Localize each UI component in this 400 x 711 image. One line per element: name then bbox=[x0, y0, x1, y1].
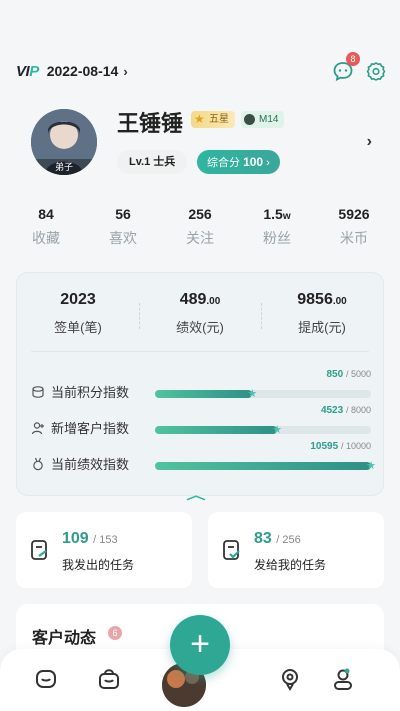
nav-home[interactable] bbox=[34, 667, 58, 691]
customer-activity-title: 客户动态 bbox=[32, 630, 97, 647]
vip-logo-text: VI bbox=[16, 62, 30, 80]
stat-value: 56 bbox=[115, 206, 131, 222]
customer-activity-badge: 6 bbox=[108, 626, 122, 640]
home-icon bbox=[36, 670, 56, 688]
profile-arrow-icon[interactable]: › bbox=[367, 133, 372, 151]
performance-card: 2023 签单(笔) 489.00 绩效(元) 9856.00 提成(元) 当前积分指… bbox=[16, 272, 384, 496]
task-label: 发给我的任务 bbox=[254, 558, 327, 572]
top-actions: 8 bbox=[332, 52, 386, 82]
message-button[interactable]: 8 bbox=[332, 52, 360, 82]
task-card-received[interactable]: 83 / 256 发给我的任务 bbox=[208, 512, 384, 588]
star-icon: ★ bbox=[247, 388, 258, 400]
performance-summary: 2023 签单(笔) 489.00 绩效(元) 9856.00 提成(元) bbox=[17, 291, 383, 336]
nav-bag[interactable] bbox=[97, 667, 121, 691]
stat-value: 5926 bbox=[338, 206, 370, 222]
stat-following[interactable]: 256 关注 bbox=[168, 206, 232, 248]
progress-track: ★ bbox=[155, 388, 371, 400]
app-screen: VIP 2022-08-14 › 8 弟子 王锤锤 ★ 五星 M14 Lv.1 … bbox=[0, 0, 400, 711]
task-count: 83 / 256 bbox=[254, 530, 301, 547]
add-button[interactable]: + bbox=[170, 615, 230, 675]
star-icon: ★ bbox=[194, 112, 205, 126]
chevron-right-icon: › bbox=[266, 157, 270, 169]
coins-icon bbox=[32, 386, 44, 398]
stat-coins[interactable]: 5926 米币 bbox=[322, 206, 386, 248]
nav-profile[interactable] bbox=[331, 667, 355, 691]
divider bbox=[31, 351, 369, 352]
star-rank-badge: ★ 五星 bbox=[191, 111, 235, 128]
stat-label: 喜欢 bbox=[109, 230, 137, 246]
score-label: 综合分 bbox=[207, 157, 240, 169]
settings-button[interactable] bbox=[366, 61, 386, 81]
stat-followers[interactable]: 1.5w 粉丝 bbox=[245, 206, 309, 248]
vip-logo[interactable]: VIP bbox=[16, 63, 39, 80]
bar-label: 当前积分指数 bbox=[51, 385, 130, 400]
stat-label: 收藏 bbox=[32, 230, 60, 246]
task-card-sent[interactable]: 109 / 153 我发出的任务 bbox=[16, 512, 192, 588]
summary-value: 9856.00 bbox=[297, 291, 347, 308]
avatar-tag: 弟子 bbox=[31, 159, 97, 175]
vip-logo-accent: P bbox=[29, 62, 39, 80]
progress-fill: ★ bbox=[155, 460, 376, 472]
message-count-badge: 8 bbox=[346, 52, 360, 66]
progress-fill: ★ bbox=[155, 424, 282, 436]
gear-icon bbox=[366, 62, 386, 81]
level-badge-label: M14 bbox=[259, 114, 279, 125]
star-icon: ★ bbox=[366, 460, 376, 472]
task-label: 我发出的任务 bbox=[62, 558, 135, 572]
star-rank-label: 五星 bbox=[209, 114, 229, 125]
stat-value: 1.5w bbox=[263, 206, 291, 222]
medal-icon bbox=[33, 457, 43, 471]
username: 王锤锤 bbox=[117, 111, 184, 136]
stat-label: 米币 bbox=[340, 230, 368, 246]
stat-label: 粉丝 bbox=[263, 230, 291, 246]
level-badge-icon bbox=[244, 114, 255, 125]
new-customer-index-row: 新增客户指数 4523 / 8000 ★ bbox=[31, 405, 371, 439]
progress-fill: ★ bbox=[155, 388, 257, 400]
task-count: 109 / 153 bbox=[62, 530, 118, 547]
summary-label: 提成(元) bbox=[298, 320, 346, 335]
level-pill[interactable]: Lv.1 士兵 bbox=[117, 150, 188, 174]
summary-orders: 2023 签单(笔) bbox=[17, 291, 139, 336]
score-pill[interactable]: 综合分 100 › bbox=[197, 150, 280, 174]
user-plus-icon bbox=[31, 422, 44, 435]
bar-value: 10595 / 10000 bbox=[310, 441, 371, 452]
progress-track: ★ bbox=[155, 460, 376, 472]
bar-label: 当前绩效指数 bbox=[51, 457, 130, 472]
stat-likes[interactable]: 56 喜欢 bbox=[91, 206, 155, 248]
avatar[interactable]: 弟子 bbox=[31, 109, 97, 175]
top-bar: VIP 2022-08-14 › 8 bbox=[16, 52, 386, 84]
task-received-icon bbox=[223, 540, 240, 560]
progress-track: ★ bbox=[155, 424, 371, 436]
bar-value: 4523 / 8000 bbox=[320, 405, 371, 416]
stat-favorites[interactable]: 84 收藏 bbox=[14, 206, 78, 248]
stat-value: 256 bbox=[188, 206, 212, 222]
stat-value: 84 bbox=[38, 206, 54, 222]
summary-label: 签单(笔) bbox=[54, 320, 102, 335]
task-sent-icon bbox=[31, 540, 47, 560]
summary-value: 489.00 bbox=[179, 291, 221, 308]
bag-icon bbox=[99, 669, 119, 689]
summary-performance: 489.00 绩效(元) bbox=[139, 291, 261, 336]
stats-row: 84 收藏 56 喜欢 256 关注 1.5w 粉丝 5926 米币 bbox=[14, 206, 386, 248]
stat-label: 关注 bbox=[186, 230, 214, 246]
collapse-chevron-icon[interactable]: ︿ bbox=[186, 486, 205, 503]
star-icon: ★ bbox=[272, 424, 283, 436]
date-selector[interactable]: 2022-08-14 bbox=[47, 63, 119, 79]
summary-label: 绩效(元) bbox=[176, 320, 224, 335]
location-icon bbox=[282, 669, 298, 691]
score-value: 100 bbox=[243, 155, 264, 169]
bar-label: 新增客户指数 bbox=[51, 421, 130, 436]
performance-index-row: 当前绩效指数 10595 / 10000 ★ bbox=[31, 441, 376, 475]
summary-commission: 9856.00 提成(元) bbox=[261, 291, 383, 336]
nav-location[interactable] bbox=[278, 667, 302, 691]
bar-value: 850 / 5000 bbox=[326, 369, 372, 380]
points-index-row: 当前积分指数 850 / 5000 ★ bbox=[31, 369, 371, 403]
summary-value: 2023 bbox=[60, 291, 96, 308]
profile-icon bbox=[334, 668, 352, 690]
level-badge: M14 bbox=[241, 111, 285, 128]
chevron-right-icon[interactable]: › bbox=[123, 64, 127, 79]
